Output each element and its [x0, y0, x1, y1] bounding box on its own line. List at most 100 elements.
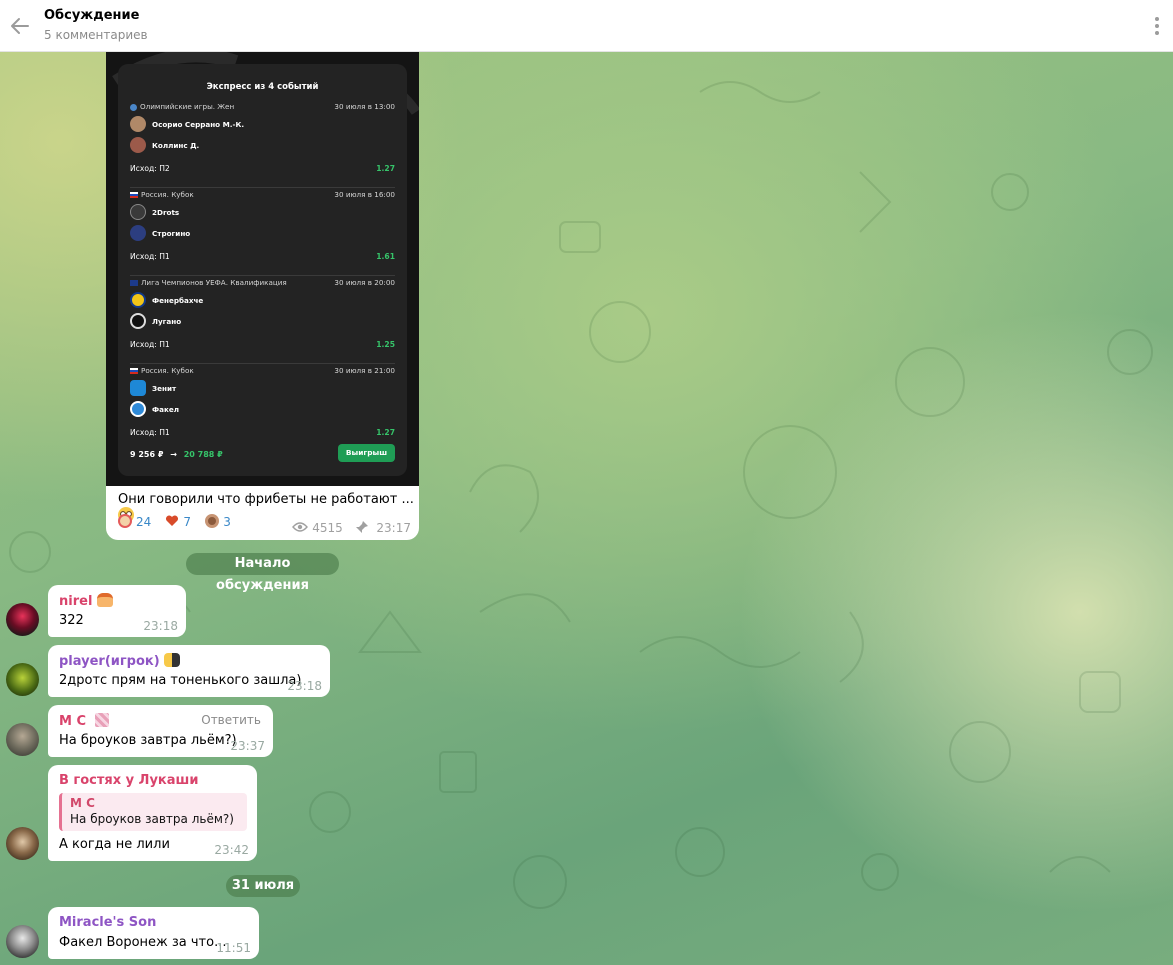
comment-text: Факел Воронеж за что... — [59, 935, 227, 950]
avatar[interactable] — [6, 925, 39, 958]
quote-author: М С — [70, 796, 95, 810]
channel-post: Экспресс из 4 событий Олимпийские игры. … — [106, 52, 419, 540]
avatar[interactable] — [6, 827, 39, 860]
comment-author: nirel — [59, 593, 113, 609]
heart-icon — [165, 514, 179, 528]
player-avatar-icon — [130, 116, 146, 132]
event-league: Лига Чемпионов УЕФА. Квалификация — [130, 278, 287, 287]
team-logo-icon — [130, 225, 146, 241]
back-arrow-icon[interactable] — [8, 14, 32, 38]
event-odds: 1.27 — [376, 428, 395, 437]
date-divider: 31 июля — [226, 875, 300, 897]
event-league: Россия. Кубок — [130, 190, 194, 199]
comment-bubble: player(игрок) 2дротс прям на тоненького … — [48, 645, 330, 697]
comment-bubble: М С Ответить На броуков завтра льём?) 23… — [48, 705, 273, 757]
comment-bubble: nirel 322 23:18 — [48, 585, 186, 637]
comment-author: Miracle's Son — [59, 915, 157, 930]
avatar[interactable] — [6, 663, 39, 696]
comment-bubble: В гостях у Лукаши М С На броуков завтра … — [48, 765, 257, 861]
reaction-clown[interactable]: 24 — [116, 513, 156, 531]
team-logo-icon — [130, 380, 146, 396]
olympics-flag-icon — [130, 103, 137, 111]
monkey-face-icon — [205, 514, 220, 528]
team-logo-icon — [130, 292, 146, 308]
win-status-badge: Выигрыш — [338, 444, 395, 462]
event-date: 30 июля в 21:00 — [334, 366, 395, 375]
chat-header: Обсуждение 5 комментариев — [0, 0, 1173, 52]
reply-quote[interactable]: М С На броуков завтра льём?) — [59, 793, 247, 831]
arrow-icon: → — [170, 450, 177, 459]
team-logo-icon — [130, 204, 146, 220]
comment-bubble: Miracle's Son Факел Воронеж за что... 11… — [48, 907, 259, 959]
post-time: 23:17 — [376, 521, 411, 535]
russia-flag-icon — [130, 192, 138, 198]
pin-icon — [355, 521, 368, 533]
event-divider — [130, 187, 395, 188]
comment-time: 23:42 — [214, 843, 249, 857]
chat-title: Обсуждение — [44, 8, 140, 23]
team-1: Осорио Серрано М.-К. — [152, 120, 245, 129]
event-outcome: Исход: П1 — [130, 340, 170, 349]
team-1: Зенит — [152, 384, 177, 393]
comment-time: 23:18 — [287, 679, 322, 693]
event-league: Олимпийские игры. Жен — [130, 102, 234, 111]
discussion-start-label: Начало обсуждения — [186, 553, 339, 593]
comment-time: 23:37 — [230, 739, 265, 753]
event-date: 30 июля в 13:00 — [334, 102, 395, 111]
event-divider — [130, 363, 395, 364]
reaction-monkey[interactable]: 3 — [203, 513, 236, 531]
reactions-bar: 24 7 3 — [116, 513, 239, 531]
team-logo-icon — [130, 401, 146, 417]
comment-author: М С — [59, 713, 109, 729]
payout-amount: 20 788 ₽ — [183, 450, 223, 459]
bet-slip-card: Экспресс из 4 событий Олимпийские игры. … — [118, 64, 407, 476]
stake-amount: 9 256 ₽ — [130, 450, 164, 459]
bet-event: Лига Чемпионов УЕФА. Квалификация 30 июл… — [130, 278, 395, 364]
comment-author: player(игрок) — [59, 653, 181, 669]
event-league: Россия. Кубок — [130, 366, 194, 375]
quote-text: На броуков завтра льём?) — [70, 812, 234, 826]
comment-time: 23:18 — [143, 619, 178, 633]
views-eye-icon — [292, 522, 309, 532]
reaction-heart[interactable]: 7 — [163, 513, 196, 531]
comment-time: 11:51 — [216, 941, 251, 955]
striped-badge-icon — [94, 713, 109, 727]
comment-text: На броуков завтра льём?) — [59, 733, 237, 748]
event-outcome: Исход: П1 — [130, 428, 170, 437]
comment-count: 5 комментариев — [44, 28, 148, 42]
comment-text: 2дротс прям на тоненького зашла) — [59, 673, 302, 688]
uefa-flag-icon — [130, 280, 138, 286]
avatar[interactable] — [6, 723, 39, 756]
bet-total: 9 256 ₽ → 20 788 ₽ — [130, 450, 223, 459]
event-date: 30 июля в 16:00 — [334, 190, 395, 199]
event-date: 30 июля в 20:00 — [334, 278, 395, 287]
event-odds: 1.61 — [376, 252, 395, 261]
team-1: Фенербахче — [152, 296, 204, 305]
russia-flag-icon — [130, 368, 138, 374]
event-outcome: Исход: П1 — [130, 252, 170, 261]
bet-event: Россия. Кубок 30 июля в 16:00 2Drots Стр… — [130, 190, 395, 276]
bet-slip-title: Экспресс из 4 событий — [206, 82, 319, 92]
event-odds: 1.25 — [376, 340, 395, 349]
event-divider — [130, 275, 395, 276]
bet-event: Россия. Кубок 30 июля в 21:00 Зенит Факе… — [130, 366, 395, 452]
team-2: Строгино — [152, 229, 191, 238]
team-2: Коллинс Д. — [152, 141, 200, 150]
event-outcome: Исход: П2 — [130, 164, 170, 173]
team-logo-icon — [130, 313, 146, 329]
bet-event: Олимпийские игры. Жен 30 июля в 13:00 Ос… — [130, 102, 395, 188]
post-meta: 4515 23:17 — [292, 520, 411, 535]
player-avatar-icon — [130, 137, 146, 153]
team-2: Факел — [152, 405, 179, 414]
more-options-icon[interactable] — [1149, 14, 1165, 38]
view-count: 4515 — [312, 521, 343, 535]
reply-button[interactable]: Ответить — [201, 713, 261, 727]
event-odds: 1.27 — [376, 164, 395, 173]
person-emoji-icon — [96, 593, 113, 607]
comment-author: В гостях у Лукаши — [59, 773, 199, 788]
avatar[interactable] — [6, 603, 39, 636]
clown-face-icon — [118, 514, 132, 528]
team-2: Лугано — [152, 317, 182, 326]
bet-slip-image[interactable]: Экспресс из 4 событий Олимпийские игры. … — [106, 52, 419, 486]
hand-cat-emoji-icon — [164, 653, 181, 667]
